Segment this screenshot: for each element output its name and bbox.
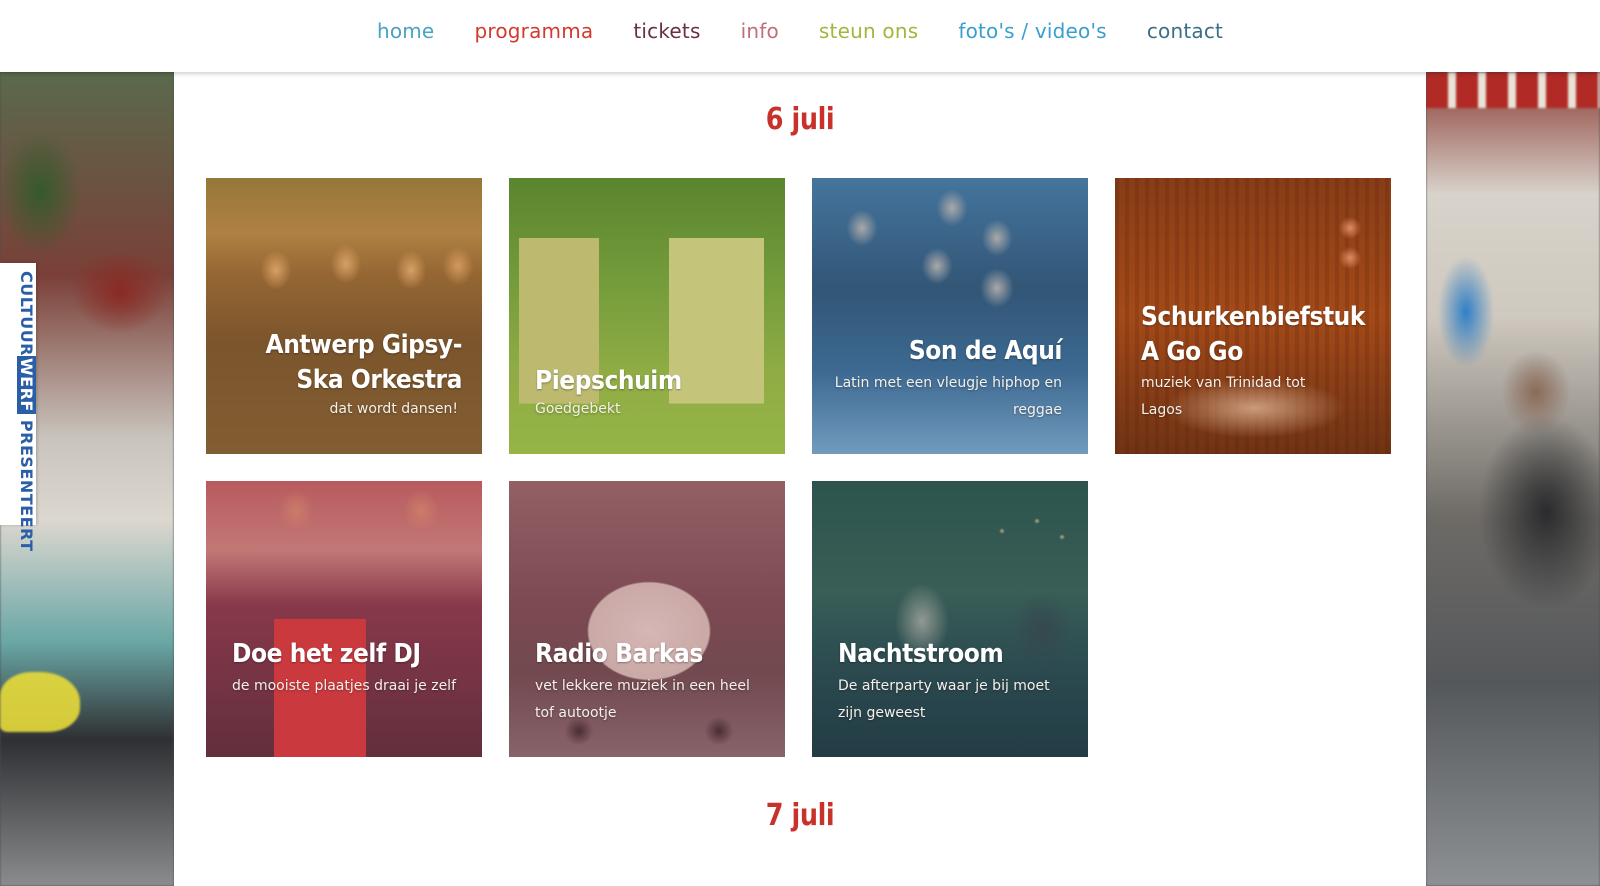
nav-programma[interactable]: programma (454, 16, 613, 46)
card-subtitle: Latin met een vleugje hiphop en reggae (834, 375, 1062, 418)
program-card-piepschuim[interactable]: Piepschuim Goedgebekt (509, 178, 785, 454)
card-title: Antwerp Gipsy-Ska Orkestra (265, 330, 463, 395)
program-card-son-de-aqui[interactable]: Son de Aquí Latin met een vleugje hiphop… (812, 178, 1088, 454)
card-subtitle: vet lekkere muziek in een heel tof autoo… (535, 678, 750, 721)
nav-info[interactable]: info (721, 16, 799, 46)
card-subtitle: de mooiste plaatjes draai je zelf (232, 678, 456, 694)
side-tab-label: CULTUURWERF PRESENTEERT (17, 271, 36, 552)
day-heading-6-juli: 6 juli (765, 102, 835, 137)
program-card-nachtstroom[interactable]: Nachtstroom De afterparty waar je bij mo… (812, 481, 1088, 757)
nav-contact[interactable]: contact (1127, 16, 1243, 46)
card-subtitle: Goedgebekt (535, 401, 621, 417)
card-subtitle: muziek van Trinidad tot Lagos (1141, 375, 1306, 418)
program-card-antwerp-gipsy-ska-orkestra[interactable]: Antwerp Gipsy-Ska Orkestra dat wordt dan… (206, 178, 482, 454)
card-title: Schurkenbiefstuk A Go Go (1141, 302, 1366, 367)
day-heading-7-juli: 7 juli (765, 798, 835, 833)
nav-home[interactable]: home (357, 16, 455, 46)
card-subtitle: De afterparty waar je bij moet zijn gewe… (838, 678, 1050, 721)
background-photo-right (1426, 72, 1600, 886)
card-title: Piepschuim (535, 366, 682, 396)
main-nav: home programma tickets info steun ons fo… (0, 16, 1600, 46)
program-card-doe-het-zelf-dj[interactable]: Doe het zelf DJ de mooiste plaatjes draa… (206, 481, 482, 757)
card-subtitle: dat wordt dansen! (329, 401, 459, 417)
card-title: Doe het zelf DJ (232, 639, 421, 669)
top-navigation-bar: home programma tickets info steun ons fo… (0, 0, 1600, 72)
card-title: Radio Barkas (535, 639, 703, 669)
program-panel: 6 juli Antwerp Gipsy-Ska Orkestra dat wo… (174, 72, 1426, 886)
nav-steun-ons[interactable]: steun ons (799, 16, 938, 46)
program-card-schurkenbiefstuk-a-go-go[interactable]: Schurkenbiefstuk A Go Go muziek van Trin… (1115, 178, 1391, 454)
program-card-radio-barkas[interactable]: Radio Barkas vet lekkere muziek in een h… (509, 481, 785, 757)
nav-fotos-videos[interactable]: foto's / video's (938, 16, 1126, 46)
card-title: Son de Aquí (908, 336, 1063, 366)
cultuurwerf-side-tab[interactable]: CULTUURWERF PRESENTEERT (0, 263, 36, 552)
nav-tickets[interactable]: tickets (613, 16, 720, 46)
card-title: Nachtstroom (838, 639, 1004, 669)
